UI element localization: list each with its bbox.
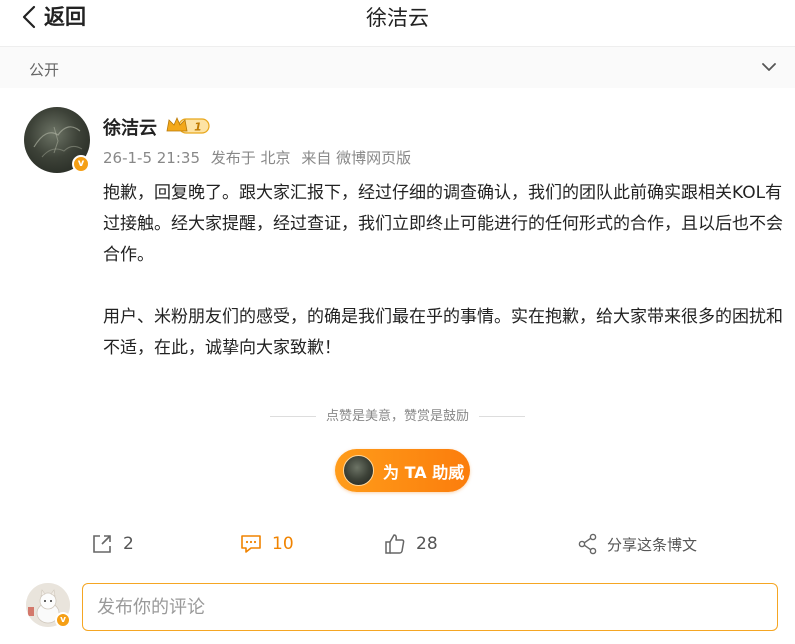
share-button[interactable]: 分享这条博文 — [577, 530, 697, 558]
divider — [269, 416, 316, 417]
like-icon — [385, 534, 405, 554]
divider — [479, 416, 525, 417]
share-icon — [578, 533, 597, 555]
member-crown-icon[interactable]: 1 — [165, 116, 211, 136]
like-count: 28 — [416, 534, 438, 554]
verified-badge: v — [72, 155, 90, 173]
like-button[interactable]: 28 — [384, 530, 438, 558]
comment-count: 10 — [272, 534, 294, 554]
reward-hint: 点赞是美意，赞赏是鼓励 — [0, 405, 795, 424]
comment-button[interactable]: 10 — [240, 530, 294, 558]
share-label: 分享这条博文 — [607, 535, 698, 554]
member-level: 1 — [194, 121, 202, 134]
post-paragraph: 抱歉，回复晚了。跟大家汇报下，经过仔细的调查确认，我们的团队此前确实跟相关KOL… — [103, 183, 783, 265]
cheer-button-label: 为 TA 助威 — [383, 462, 465, 482]
repost-count: 2 — [123, 534, 134, 554]
chevron-down-icon — [762, 63, 776, 71]
visibility-selector[interactable]: 公开 — [0, 46, 795, 88]
top-bar: 返回 徐洁云 — [0, 0, 795, 40]
repost-icon — [93, 535, 111, 553]
post-paragraph: 用户、米粉朋友们的感受，的确是我们最在乎的事情。实在抱歉，给大家带来很多的困扰和… — [103, 307, 783, 358]
post-location: 发布于 北京 — [210, 149, 291, 167]
action-bar: 2 10 28 分享这条博文 — [0, 530, 795, 560]
post-source: 来自 微博网页版 — [301, 149, 412, 167]
post-body: 抱歉，回复晚了。跟大家汇报下，经过仔细的调查确认，我们的团队此前确实跟相关KOL… — [103, 178, 783, 395]
cheer-avatar — [343, 455, 374, 486]
post-time[interactable]: 26-1-5 21:35 — [103, 149, 200, 167]
page-title: 徐洁云 — [366, 6, 429, 30]
repost-button[interactable]: 2 — [91, 530, 134, 558]
visibility-label: 公开 — [29, 61, 60, 79]
comment-icon — [241, 535, 261, 553]
reward-hint-text: 点赞是美意，赞赏是鼓励 — [325, 409, 469, 424]
cheer-button[interactable]: 为 TA 助威 — [335, 449, 470, 492]
comment-input[interactable] — [82, 583, 778, 631]
author-name[interactable]: 徐洁云 — [103, 114, 157, 140]
comment-composer: v — [0, 575, 795, 644]
post-meta: 26-1-5 21:35 发布于 北京 来自 微博网页版 — [103, 147, 417, 168]
my-verified-badge: v — [55, 612, 71, 628]
